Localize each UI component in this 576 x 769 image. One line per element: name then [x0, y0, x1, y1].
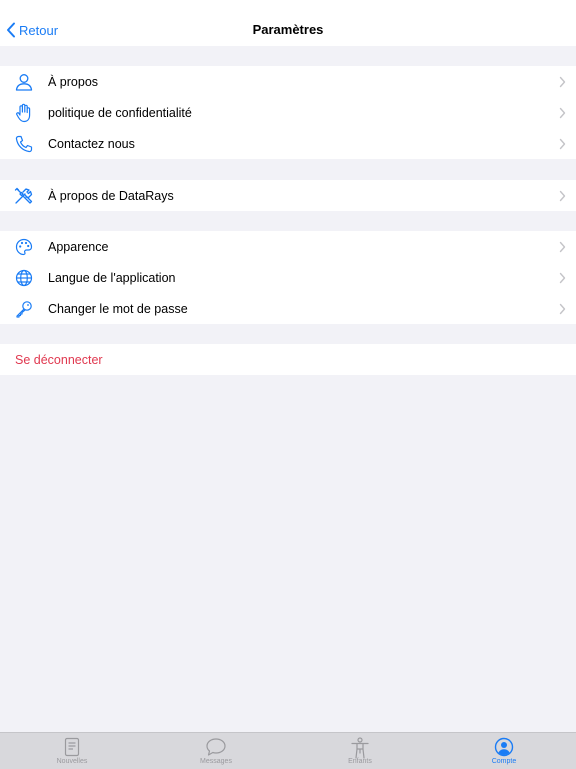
logout-button[interactable]: Se déconnecter — [15, 353, 103, 367]
key-icon — [14, 299, 34, 319]
settings-row-label: À propos — [48, 74, 99, 89]
settings-group-app: À propos de DataRays — [0, 180, 576, 211]
tab-label: Messages — [200, 758, 232, 765]
chevron-right-icon — [559, 190, 566, 201]
tab-label: Enfants — [348, 758, 372, 765]
chevron-right-icon — [559, 107, 566, 118]
settings-row-label: Contactez nous — [48, 136, 135, 151]
account-circle-icon — [494, 737, 514, 757]
settings-row-label: À propos de DataRays — [48, 188, 174, 203]
settings-row-about[interactable]: À propos — [0, 66, 576, 97]
tab-children[interactable]: Enfants — [288, 733, 432, 769]
page-title: Paramètres — [252, 22, 324, 37]
tools-icon — [14, 186, 34, 206]
tab-label: Compte — [491, 758, 517, 765]
tab-bar: Nouvelles Messages Enfants Compte — [0, 732, 576, 769]
person-icon — [14, 72, 34, 92]
settings-row-change-password[interactable]: Changer le mot de passe — [0, 293, 576, 324]
globe-icon — [14, 268, 34, 288]
settings-row-label: politique de confidentialité — [48, 105, 192, 120]
chevron-right-icon — [559, 241, 566, 252]
newspaper-icon — [64, 737, 80, 757]
chat-bubble-icon — [206, 738, 226, 756]
chevron-right-icon — [559, 303, 566, 314]
chevron-right-icon — [559, 138, 566, 149]
settings-row-appearance[interactable]: Apparence — [0, 231, 576, 262]
hand-icon — [14, 103, 34, 123]
tab-label: Nouvelles — [56, 758, 88, 765]
palette-icon — [14, 237, 34, 257]
tab-messages[interactable]: Messages — [144, 733, 288, 769]
phone-icon — [14, 134, 34, 154]
tab-news[interactable]: Nouvelles — [0, 733, 144, 769]
chevron-right-icon — [559, 76, 566, 87]
logout-row[interactable]: Se déconnecter — [0, 344, 576, 375]
settings-row-about-datarays[interactable]: À propos de DataRays — [0, 180, 576, 211]
settings-group-preferences: Apparence Langue de l'application Change… — [0, 231, 576, 324]
settings-row-language[interactable]: Langue de l'application — [0, 262, 576, 293]
settings-row-contact[interactable]: Contactez nous — [0, 128, 576, 159]
figure-icon — [351, 737, 369, 759]
settings-row-label: Changer le mot de passe — [48, 301, 188, 316]
settings-row-label: Apparence — [48, 239, 109, 254]
settings-row-label: Langue de l'application — [48, 270, 176, 285]
navigation-bar: Retour Paramètres — [0, 0, 576, 46]
chevron-right-icon — [559, 272, 566, 283]
settings-group-info: À propos politique de confidentialité Co… — [0, 66, 576, 159]
settings-row-privacy-policy[interactable]: politique de confidentialité — [0, 97, 576, 128]
tab-account[interactable]: Compte — [432, 733, 576, 769]
